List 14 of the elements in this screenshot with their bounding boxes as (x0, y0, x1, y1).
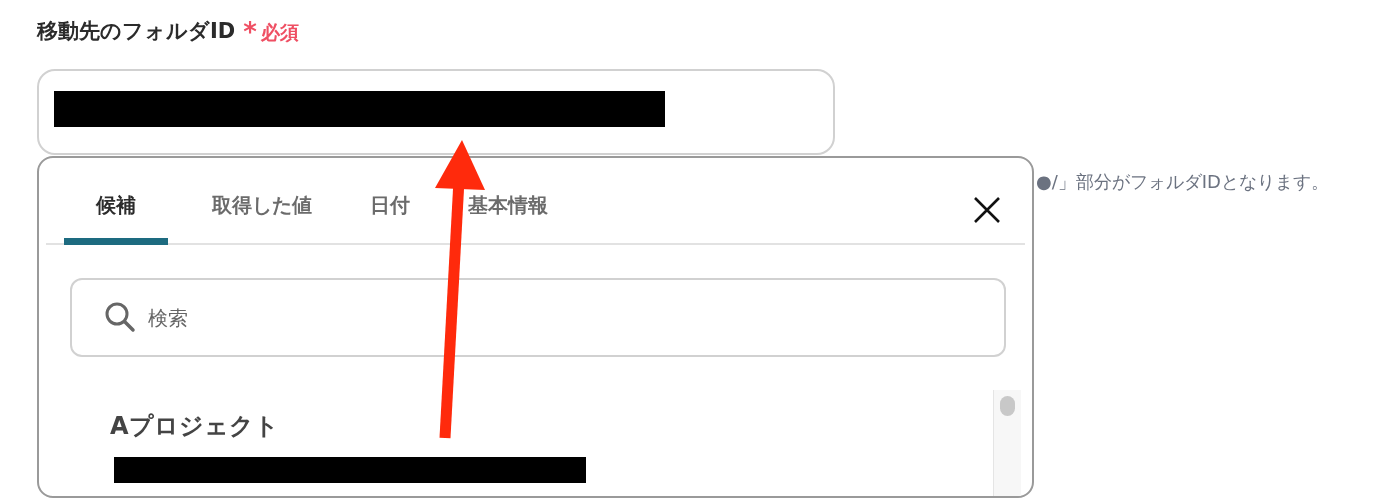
required-asterisk: * (243, 19, 257, 45)
tab[interactable]: 候補 (64, 190, 168, 245)
list-item[interactable]: Aプロジェクト (110, 410, 993, 442)
tab[interactable]: 日付 (356, 190, 424, 245)
scrollbar[interactable] (993, 390, 1021, 496)
required-text: 必須 (260, 19, 299, 45)
close-icon[interactable] (973, 196, 1001, 224)
search-icon (104, 301, 136, 333)
folder-id-field[interactable] (37, 69, 835, 155)
field-label: 移動先のフォルダID (37, 18, 236, 46)
search-field[interactable]: 検索 (70, 278, 1006, 357)
hint-text: ●/」部分がフォルダIDとなります。 (1036, 170, 1329, 194)
tab[interactable]: 基本情報 (454, 190, 562, 245)
tab[interactable]: 取得した値 (198, 190, 326, 245)
